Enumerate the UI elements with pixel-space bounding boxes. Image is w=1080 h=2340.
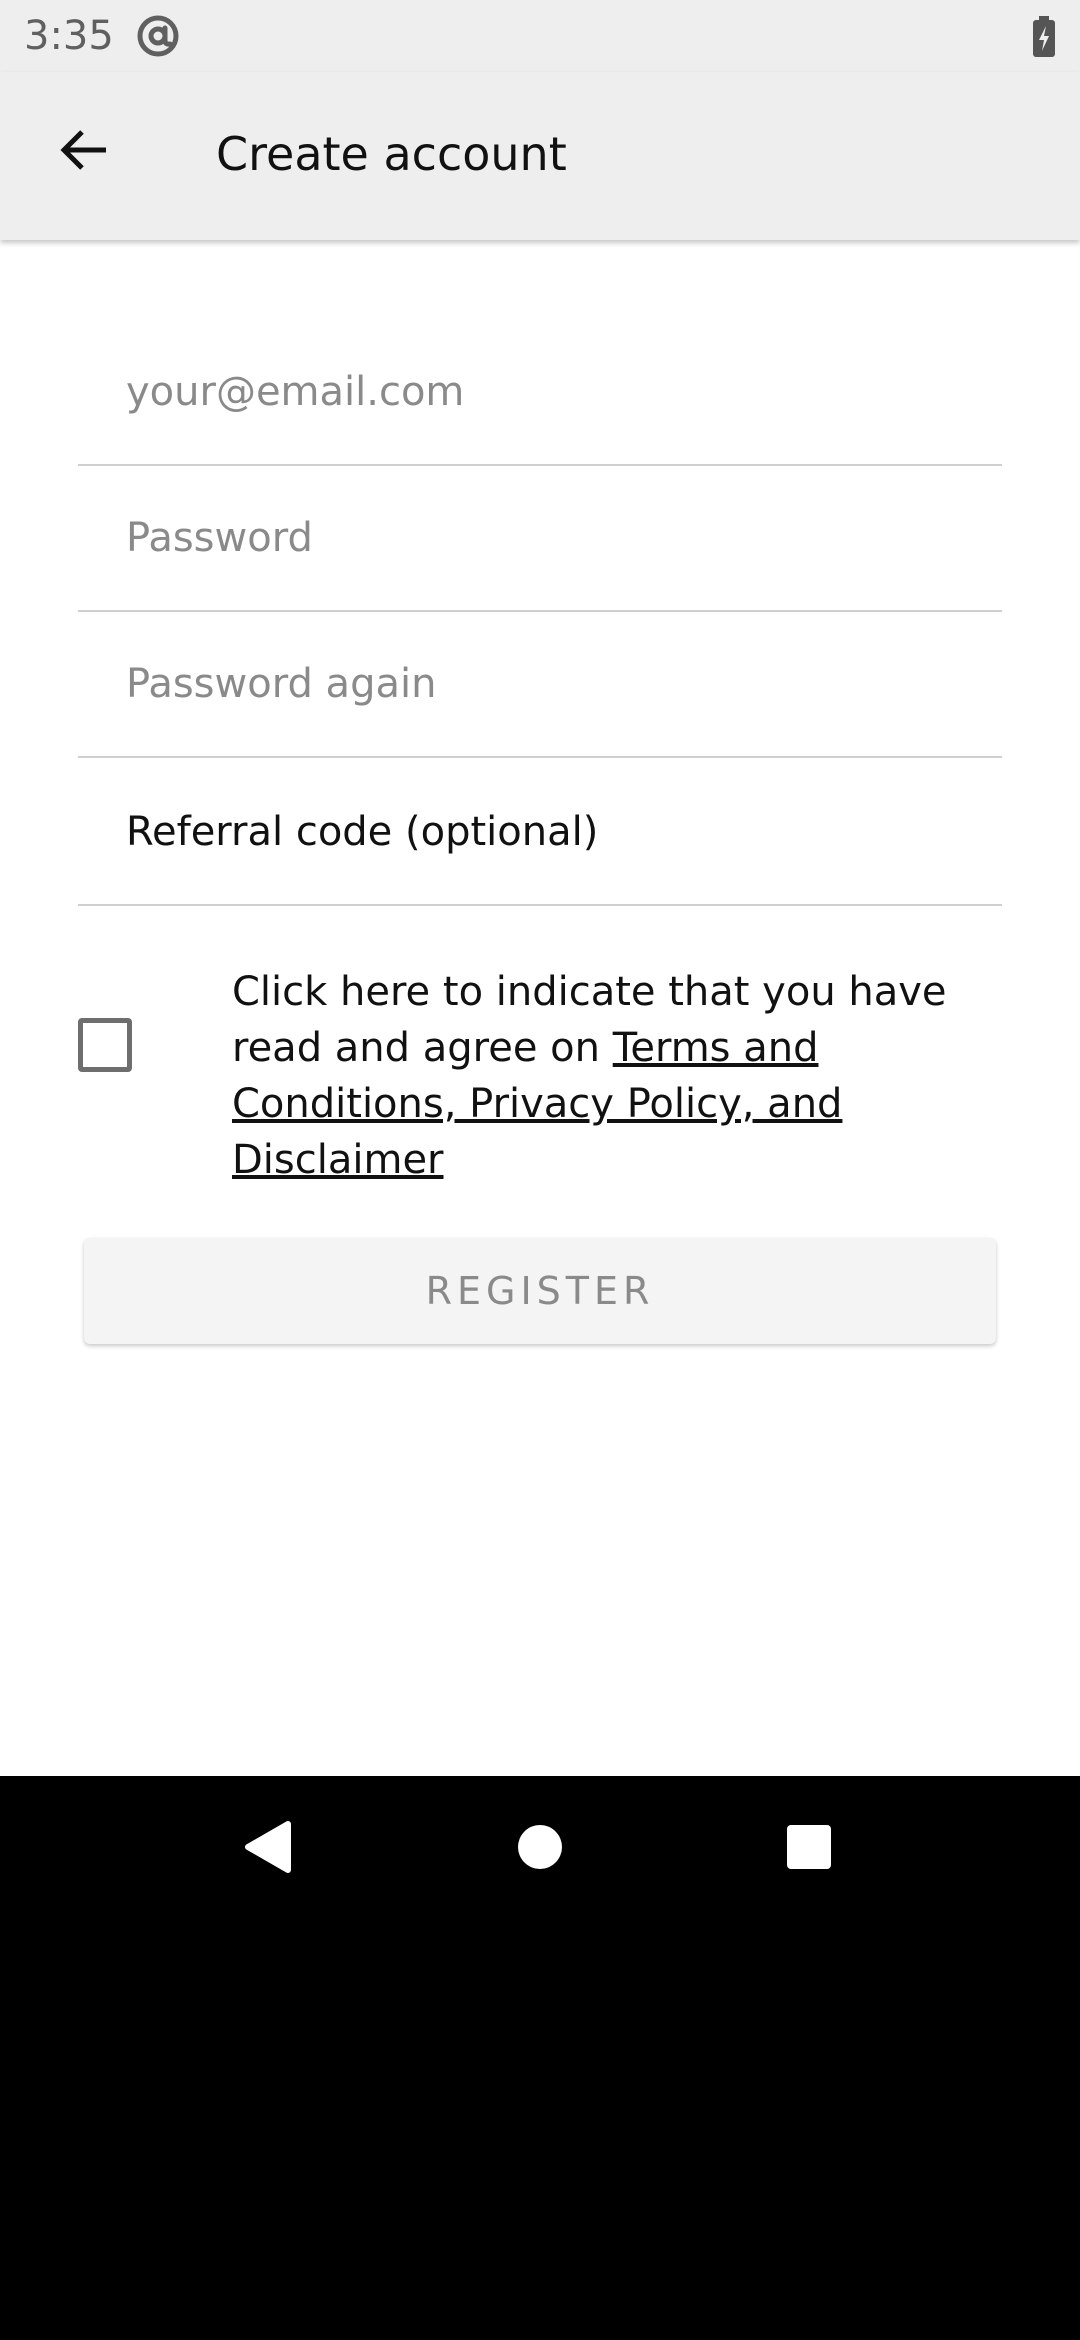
- back-button[interactable]: [44, 112, 124, 192]
- nav-home-button[interactable]: [505, 1814, 575, 1884]
- email-field-container: [78, 320, 1002, 466]
- status-bar: 3:35: [0, 0, 1080, 72]
- screen: 3:35 Create account your@email.com Refer…: [0, 0, 1080, 2340]
- arrow-back-icon: [58, 124, 110, 181]
- password-field-container: [78, 466, 1002, 612]
- password-field[interactable]: [126, 466, 986, 610]
- email-field[interactable]: [126, 320, 986, 464]
- nav-home-icon: [517, 1824, 563, 1875]
- nav-back-button[interactable]: [232, 1814, 302, 1884]
- status-time: 3:35: [24, 13, 114, 59]
- password-again-field[interactable]: [126, 612, 986, 756]
- nav-recents-icon: [786, 1824, 832, 1875]
- battery-charging-icon: [1030, 16, 1058, 58]
- at-sign-icon: [136, 14, 180, 58]
- referral-code-field[interactable]: [126, 760, 986, 904]
- navigation-bar: [0, 1776, 1080, 1922]
- terms-agreement-text[interactable]: Click here to indicate that you have rea…: [232, 964, 1012, 1188]
- password-again-field-container: [78, 612, 1002, 758]
- nav-back-icon: [242, 1820, 292, 1879]
- register-form: Click here to indicate that you have rea…: [0, 240, 1080, 1776]
- referral-field-container: [78, 760, 1002, 906]
- terms-text-prefix: Click here to indicate that you have rea…: [232, 969, 947, 1071]
- app-bar: Create account: [0, 72, 1080, 240]
- page-title: Create account: [216, 127, 567, 181]
- register-button[interactable]: REGISTER: [84, 1238, 996, 1344]
- agree-checkbox[interactable]: [78, 1018, 132, 1072]
- nav-recents-button[interactable]: [774, 1814, 844, 1884]
